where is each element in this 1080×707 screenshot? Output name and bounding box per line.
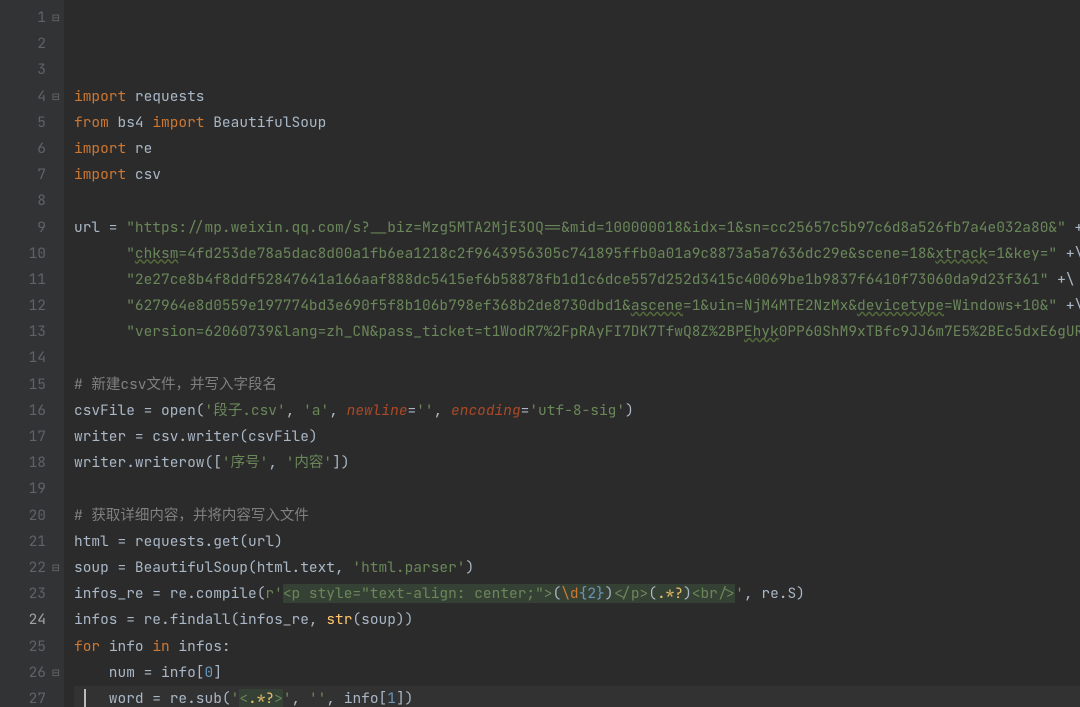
code-line[interactable]: "2e27ce8b4f8ddf52847641a166aaf888dc5415e… [74,267,1080,293]
code-line[interactable] [74,476,1080,502]
line-number: 8 [10,188,46,214]
fold-marker-icon[interactable]: ⊟ [50,92,60,102]
code-line[interactable]: import csv [74,162,1080,188]
line-number: 6 [10,136,46,162]
line-number: 13 [10,319,46,345]
code-line[interactable]: csvFile = open('段子.csv', 'a', newline=''… [74,398,1080,424]
line-number: 21 [10,529,46,555]
code-line[interactable]: import requests [74,84,1080,110]
code-line[interactable] [74,345,1080,371]
code-line[interactable]: infos = re.findall(infos_re, str(soup)) [74,607,1080,633]
line-number: 5 [10,110,46,136]
fold-marker-icon[interactable]: ⊟ [50,668,60,678]
fold-marker-icon[interactable]: ⊟ [50,13,60,23]
code-line[interactable]: import re [74,136,1080,162]
code-line[interactable]: url = "https://mp.weixin.qq.com/s?__biz=… [74,215,1080,241]
line-number: 14 [10,345,46,371]
line-number: 11 [10,267,46,293]
line-number: 15 [10,372,46,398]
line-number: 1 [10,5,46,31]
code-line[interactable]: soup = BeautifulSoup(html.text, 'html.pa… [74,555,1080,581]
code-line[interactable]: word = re.sub('<.*?>', '', info[1]) [74,686,1080,707]
code-line[interactable]: "version=62060739&lang=zh_CN&pass_ticket… [74,319,1080,345]
line-number: 22 [10,555,46,581]
line-number: 26 [10,660,46,686]
code-line[interactable]: # 获取详细内容，并将内容写入文件 [74,503,1080,529]
line-number: 7 [10,162,46,188]
line-number: 16 [10,398,46,424]
line-number: 2 [10,31,46,57]
code-editor[interactable]: 1234567891011121314151617181920212223242… [0,0,1080,707]
fold-marker-icon[interactable]: ⊟ [50,563,60,573]
line-number: 20 [10,503,46,529]
line-number: 25 [10,634,46,660]
line-number: 3 [10,57,46,83]
line-number: 4 [10,84,46,110]
code-area[interactable]: import requestsfrom bs4 import Beautiful… [64,0,1080,707]
code-line[interactable]: for info in infos: [74,634,1080,660]
code-line[interactable]: writer.writerow(['序号', '内容']) [74,450,1080,476]
code-line[interactable]: "627964e8d0559e197774bd3e690f5f8b106b798… [74,293,1080,319]
line-number: 10 [10,241,46,267]
line-number: 12 [10,293,46,319]
code-line[interactable]: writer = csv.writer(csvFile) [74,424,1080,450]
line-number: 18 [10,450,46,476]
code-line[interactable]: "chksm=4fd253de78a5dac8d00a1fb6ea1218c2f… [74,241,1080,267]
code-line[interactable] [74,188,1080,214]
line-number: 27 [10,686,46,707]
code-line[interactable]: num = info[0] [74,660,1080,686]
line-number: 17 [10,424,46,450]
code-line[interactable]: html = requests.get(url) [74,529,1080,555]
code-line[interactable]: from bs4 import BeautifulSoup [74,110,1080,136]
line-number: 9 [10,215,46,241]
line-number: 23 [10,581,46,607]
line-number: 24 [10,607,46,633]
code-line[interactable]: infos_re = re.compile(r'<p style="text-a… [74,581,1080,607]
line-number-gutter: 1234567891011121314151617181920212223242… [0,0,64,707]
line-number: 19 [10,476,46,502]
text-caret [84,689,86,707]
code-line[interactable]: # 新建csv文件，并写入字段名 [74,372,1080,398]
